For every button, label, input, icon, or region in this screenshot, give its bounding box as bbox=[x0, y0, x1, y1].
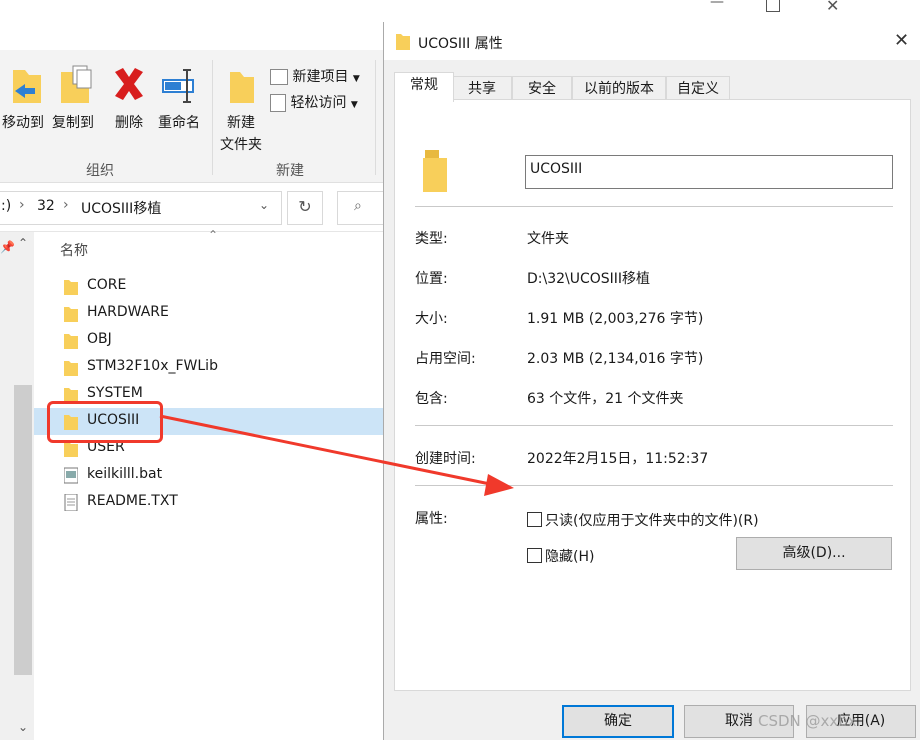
watermark: CSDN @xxbx bbox=[758, 712, 857, 730]
tab-general[interactable]: 常规 bbox=[394, 72, 454, 102]
annotation-arrow bbox=[159, 414, 514, 496]
